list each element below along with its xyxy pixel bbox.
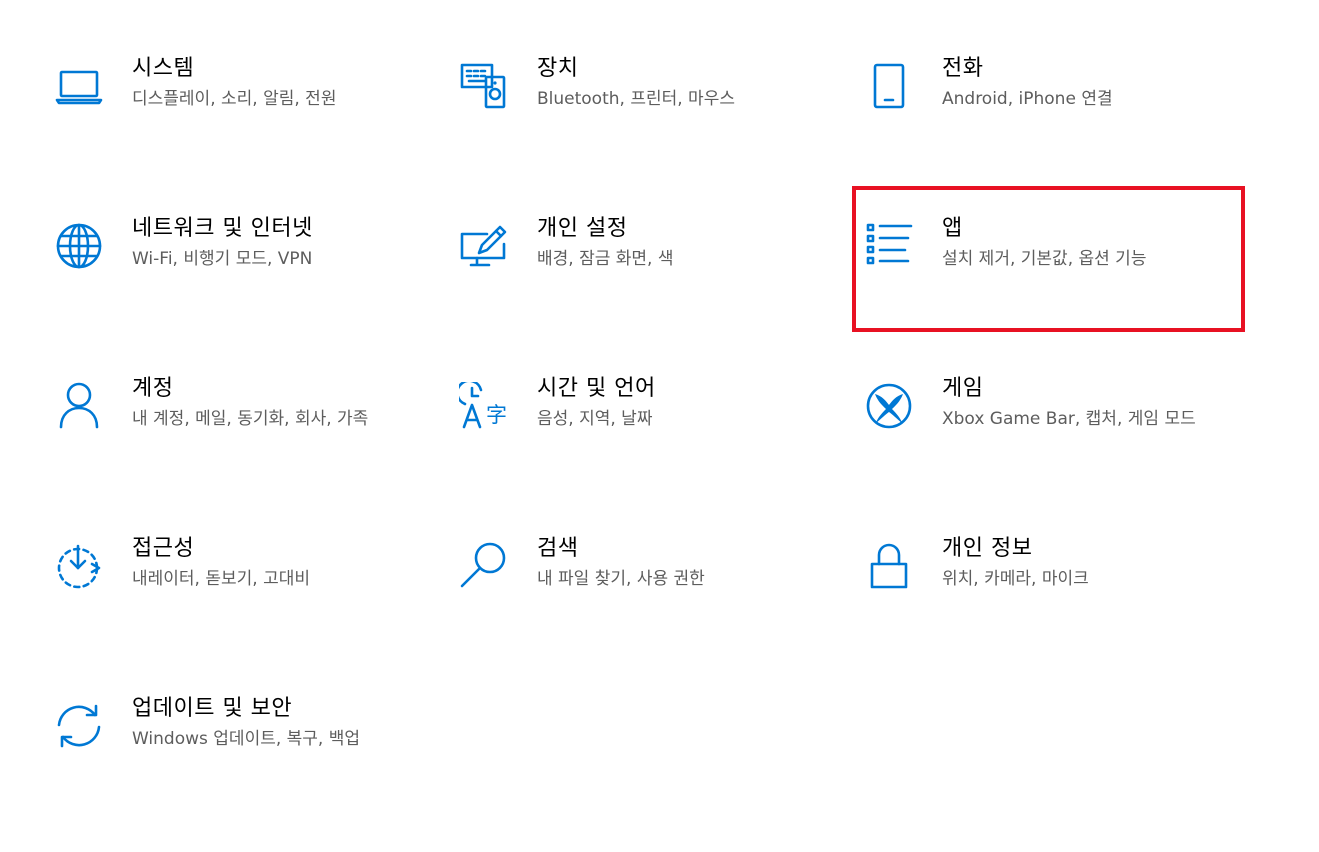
search-icon (459, 542, 509, 592)
tile-title: 시간 및 언어 (537, 376, 656, 401)
tile-title: 네트워크 및 인터넷 (132, 216, 313, 241)
tile-title: 접근성 (132, 536, 195, 561)
tile-description: 내 파일 찾기, 사용 권한 (537, 569, 705, 589)
tile-description: 내 계정, 메일, 동기화, 회사, 가족 (132, 409, 369, 429)
tile-description: 내레이터, 돋보기, 고대비 (132, 569, 311, 589)
tile-title: 시스템 (132, 56, 195, 81)
tile-apps[interactable]: 앱 설치 제거, 기본값, 옵션 기능 (864, 216, 1254, 372)
ease-of-access-icon (54, 542, 104, 592)
tile-personalization[interactable]: 개인 설정 배경, 잠금 화면, 색 (459, 216, 849, 372)
tile-network[interactable]: 네트워크 및 인터넷 Wi-Fi, 비행기 모드, VPN (54, 216, 444, 372)
person-icon (54, 382, 104, 432)
tile-description: 배경, 잠금 화면, 색 (537, 249, 674, 269)
tile-update-security[interactable]: 업데이트 및 보안 Windows 업데이트, 복구, 백업 (54, 696, 444, 852)
xbox-icon (864, 382, 914, 432)
tile-description: Xbox Game Bar, 캡처, 게임 모드 (942, 409, 1196, 429)
tile-description: Wi-Fi, 비행기 모드, VPN (132, 249, 313, 269)
globe-icon (54, 222, 104, 272)
devices-icon (459, 62, 509, 112)
tile-time-language[interactable]: 字 시간 및 언어 음성, 지역, 날짜 (459, 376, 849, 532)
tile-description: Bluetooth, 프린터, 마우스 (537, 89, 735, 109)
tile-description: 음성, 지역, 날짜 (537, 409, 653, 429)
tile-title: 계정 (132, 376, 174, 401)
tile-system[interactable]: 시스템 디스플레이, 소리, 알림, 전원 (54, 56, 444, 212)
lock-icon (864, 542, 914, 592)
tile-title: 전화 (942, 56, 984, 81)
tile-title: 앱 (942, 216, 963, 241)
laptop-icon (54, 62, 104, 112)
tile-privacy[interactable]: 개인 정보 위치, 카메라, 마이크 (864, 536, 1254, 692)
tile-title: 장치 (537, 56, 579, 81)
tile-title: 검색 (537, 536, 579, 561)
svg-text:字: 字 (486, 403, 507, 427)
tile-title: 개인 정보 (942, 536, 1033, 561)
tile-ease-of-access[interactable]: 접근성 내레이터, 돋보기, 고대비 (54, 536, 444, 692)
tile-search[interactable]: 검색 내 파일 찾기, 사용 권한 (459, 536, 849, 692)
tile-devices[interactable]: 장치 Bluetooth, 프린터, 마우스 (459, 56, 849, 212)
tile-title: 게임 (942, 376, 984, 401)
tile-description: Android, iPhone 연결 (942, 89, 1113, 109)
tile-phone[interactable]: 전화 Android, iPhone 연결 (864, 56, 1254, 212)
tile-description: Windows 업데이트, 복구, 백업 (132, 729, 361, 749)
tile-gaming[interactable]: 게임 Xbox Game Bar, 캡처, 게임 모드 (864, 376, 1254, 532)
personalization-icon (459, 222, 509, 272)
tile-description: 설치 제거, 기본값, 옵션 기능 (942, 249, 1147, 269)
tile-title: 업데이트 및 보안 (132, 696, 293, 721)
tile-accounts[interactable]: 계정 내 계정, 메일, 동기화, 회사, 가족 (54, 376, 444, 532)
apps-list-icon (864, 222, 914, 272)
time-language-icon: 字 (459, 382, 509, 432)
tile-title: 개인 설정 (537, 216, 628, 241)
tile-description: 위치, 카메라, 마이크 (942, 569, 1089, 589)
tile-description: 디스플레이, 소리, 알림, 전원 (132, 89, 337, 109)
sync-icon (54, 702, 104, 752)
phone-icon (864, 62, 914, 112)
